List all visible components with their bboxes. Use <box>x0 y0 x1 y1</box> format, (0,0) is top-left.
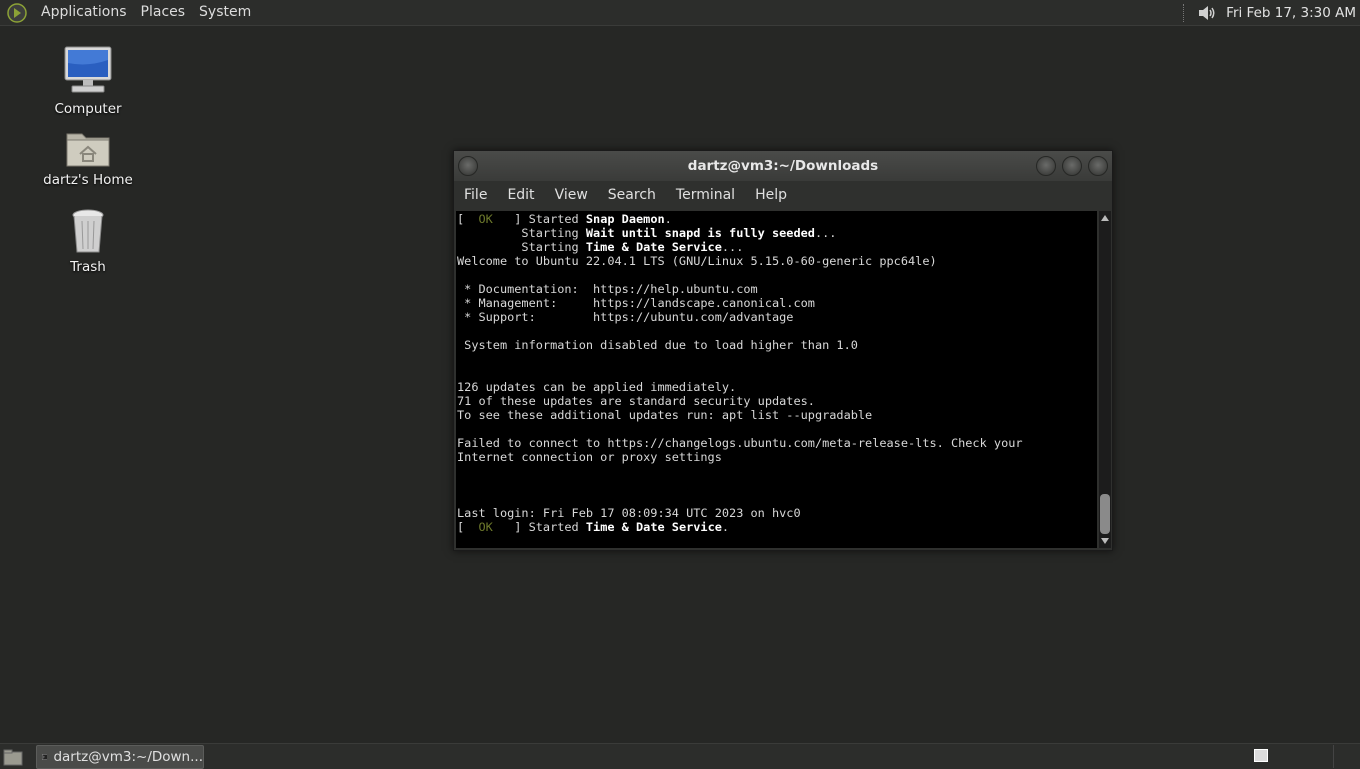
desktop-icon-computer[interactable]: Computer <box>33 45 143 117</box>
bottom-panel: dartz@vm3:~/Down... <box>0 743 1360 769</box>
scroll-up-arrow-icon[interactable] <box>1101 215 1109 221</box>
terminal-line: To see these additional updates run: apt… <box>457 408 873 422</box>
volume-icon[interactable] <box>1196 2 1218 24</box>
menu-applications[interactable]: Applications <box>34 0 134 25</box>
minimize-button[interactable] <box>1036 156 1056 176</box>
terminal-line: [ OK ] Started Snap Daemon. <box>457 212 672 226</box>
panel-separator <box>1183 3 1190 22</box>
terminal-line: Starting Wait until snapd is fully seede… <box>457 226 837 240</box>
terminal-icon <box>42 753 48 760</box>
terminal-titlebar[interactable]: dartz@vm3:~/Downloads <box>454 151 1112 181</box>
home-folder-icon <box>66 133 110 167</box>
ok-status: OK <box>478 212 493 226</box>
scroll-thumb[interactable] <box>1100 494 1110 534</box>
terminal-line: Welcome to Ubuntu 22.04.1 LTS (GNU/Linux… <box>457 254 937 268</box>
close-button[interactable] <box>1088 156 1108 176</box>
top-panel: Applications Places System Fri Feb 17, 3… <box>0 0 1360 26</box>
terminal-line: 126 updates can be applied immediately. <box>457 380 737 394</box>
desktop-icon-label: Trash <box>70 259 106 275</box>
desktop-icon-label: Computer <box>54 101 122 117</box>
workspace-switcher[interactable] <box>1254 749 1268 762</box>
terminal-line: System information disabled due to load … <box>457 338 858 352</box>
taskbar-terminal-label: dartz@vm3:~/Down... <box>53 748 203 765</box>
computer-icon <box>64 46 112 93</box>
terminal-text: [ OK ] Started Snap Daemon. Starting Wai… <box>457 212 1097 534</box>
main-menu-icon[interactable] <box>6 2 28 24</box>
desktop-icon-home[interactable]: dartz's Home <box>33 128 143 188</box>
window-menu-button[interactable] <box>458 156 478 176</box>
show-desktop-icon[interactable] <box>2 746 24 768</box>
terminal-title: dartz@vm3:~/Downloads <box>687 158 879 174</box>
menu-help[interactable]: Help <box>745 187 797 203</box>
clock[interactable]: Fri Feb 17, 3:30 AM <box>1226 5 1356 21</box>
terminal-line: * Documentation: https://help.ubuntu.com <box>457 282 758 296</box>
menu-search[interactable]: Search <box>598 187 666 203</box>
terminal-line: Internet connection or proxy settings <box>457 450 722 464</box>
menu-edit[interactable]: Edit <box>497 187 544 203</box>
menu-file[interactable]: File <box>454 187 497 203</box>
menu-system[interactable]: System <box>192 0 258 25</box>
menu-view[interactable]: View <box>545 187 598 203</box>
terminal-line: * Support: https://ubuntu.com/advantage <box>457 310 794 324</box>
terminal-menubar: File Edit View Search Terminal Help <box>454 181 1112 209</box>
terminal-line: Starting Time & Date Service... <box>457 240 744 254</box>
terminal-line: Last login: Fri Feb 17 08:09:34 UTC 2023… <box>457 506 801 520</box>
terminal-line: * Management: https://landscape.canonica… <box>457 296 815 310</box>
terminal-line: 71 of these updates are standard securit… <box>457 394 815 408</box>
panel-tray: Fri Feb 17, 3:30 AM <box>1183 0 1356 25</box>
desktop-icon-trash[interactable]: Trash <box>33 207 143 275</box>
terminal-output[interactable]: [ OK ] Started Snap Daemon. Starting Wai… <box>456 211 1097 548</box>
terminal-line: Failed to connect to https://changelogs.… <box>457 436 1023 450</box>
trash-icon <box>72 209 104 253</box>
terminal-line: [ OK ] Started Time & Date Service. <box>457 520 730 534</box>
menu-places[interactable]: Places <box>134 0 193 25</box>
maximize-button[interactable] <box>1062 156 1082 176</box>
menu-terminal[interactable]: Terminal <box>666 187 745 203</box>
terminal-window[interactable]: dartz@vm3:~/Downloads File Edit View Sea… <box>453 150 1113 551</box>
taskbar-terminal-button[interactable]: dartz@vm3:~/Down... <box>36 744 204 769</box>
ok-status: OK <box>478 520 493 534</box>
desktop-icon-label: dartz's Home <box>43 172 133 188</box>
terminal-scrollbar[interactable] <box>1099 211 1111 548</box>
scroll-down-arrow-icon[interactable] <box>1101 538 1109 544</box>
panel-separator <box>1333 745 1334 768</box>
